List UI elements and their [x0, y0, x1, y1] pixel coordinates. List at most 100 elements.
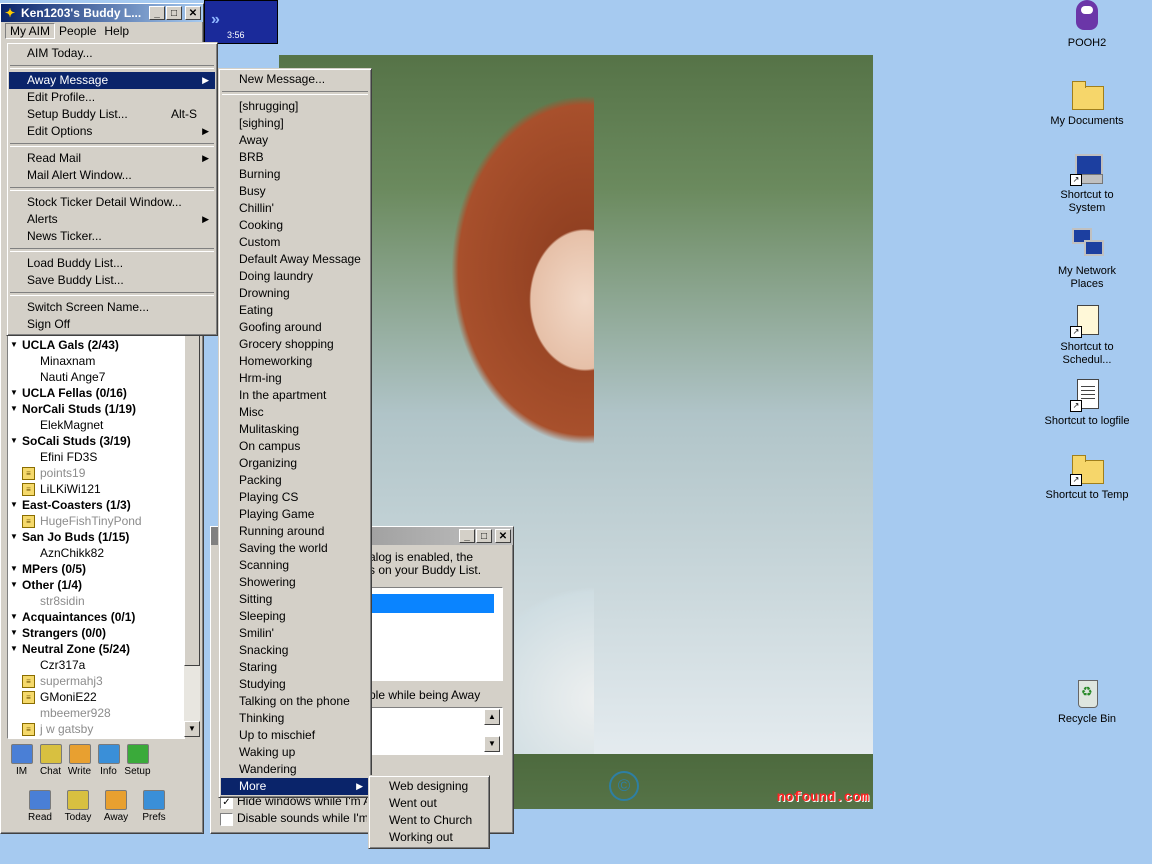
away-item-in-the-apartment[interactable]: In the apartment — [221, 387, 369, 404]
buddy-group-header[interactable]: Strangers (0/0) — [8, 625, 184, 641]
away-item-scanning[interactable]: Scanning — [221, 557, 369, 574]
away-item-homeworking[interactable]: Homeworking — [221, 353, 369, 370]
away-item-talking-on-the-phone[interactable]: Talking on the phone — [221, 693, 369, 710]
selected-list-item[interactable] — [370, 594, 494, 613]
menu-help[interactable]: Help — [100, 24, 133, 38]
menu-item-read-mail[interactable]: Read Mail ▶ — [9, 150, 215, 167]
buddy-group-header[interactable]: NorCali Studs (1/19) — [8, 401, 184, 417]
away-item-cooking[interactable]: Cooking — [221, 217, 369, 234]
buddy-row[interactable]: ≡ j w gatsby — [8, 721, 184, 737]
away-message-listbox[interactable] — [367, 587, 503, 681]
buddy-group-header[interactable]: MPers (0/5) — [8, 561, 184, 577]
away-item-studying[interactable]: Studying — [221, 676, 369, 693]
away-item-default-away-message[interactable]: Default Away Message — [221, 251, 369, 268]
desktop-icon-computer[interactable]: ↗ Shortcut to System — [1042, 152, 1132, 215]
info-button[interactable]: Info — [94, 744, 123, 777]
more-item-went-out[interactable]: Went out — [371, 795, 487, 812]
more-item-web-designing[interactable]: Web designing — [371, 778, 487, 795]
menu-item-aim-today[interactable]: AIM Today... — [9, 45, 215, 62]
menu-item-switch-screen-name[interactable]: Switch Screen Name... — [9, 299, 215, 316]
away-item-more[interactable]: More ▶ — [221, 778, 369, 795]
buddy-row[interactable]: ≡ HugeFishTinyPond — [8, 513, 184, 529]
close-button[interactable]: ✕ — [185, 6, 201, 20]
menu-my-aim[interactable]: My AIM — [5, 23, 56, 39]
buddy-group-header[interactable]: SoCali Studs (3/19) — [8, 433, 184, 449]
desktop-icon-network[interactable]: My Network Places — [1042, 228, 1132, 291]
away-item-eating[interactable]: Eating — [221, 302, 369, 319]
away-text-box[interactable]: ▲ ▼ — [367, 707, 503, 755]
away-item-shrugging[interactable]: [shrugging] — [221, 98, 369, 115]
scroll-down-button[interactable]: ▼ — [484, 736, 500, 752]
away-item-staring[interactable]: Staring — [221, 659, 369, 676]
read-button[interactable]: Read — [21, 790, 59, 823]
scrollbar-thumb[interactable] — [184, 331, 200, 666]
away-item-misc[interactable]: Misc — [221, 404, 369, 421]
chat-button[interactable]: Chat — [36, 744, 65, 777]
buddy-list[interactable]: UCLA Gals (2/43) Minaxnam Nauti Ange7 UCLA … — [7, 331, 185, 739]
away-item-sitting[interactable]: Sitting — [221, 591, 369, 608]
maximize-button[interactable]: □ — [476, 529, 492, 543]
buddy-group-header[interactable]: Other (1/4) — [8, 577, 184, 593]
away-item-waking-up[interactable]: Waking up — [221, 744, 369, 761]
away-item-custom[interactable]: Custom — [221, 234, 369, 251]
away-item-running-around[interactable]: Running around — [221, 523, 369, 540]
away-item-showering[interactable]: Showering — [221, 574, 369, 591]
minimize-button[interactable]: _ — [459, 529, 475, 543]
away-item-busy[interactable]: Busy — [221, 183, 369, 200]
away-item-burning[interactable]: Burning — [221, 166, 369, 183]
menu-item-alerts[interactable]: Alerts ▶ — [9, 211, 215, 228]
menu-item-save-buddy-list[interactable]: Save Buddy List... — [9, 272, 215, 289]
buddy-row[interactable]: Efini FD3S — [8, 449, 184, 465]
away-item-on-campus[interactable]: On campus — [221, 438, 369, 455]
write-button[interactable]: Write — [65, 744, 94, 777]
menu-item-edit-options[interactable]: Edit Options ▶ — [9, 123, 215, 140]
today-button[interactable]: Today — [59, 790, 97, 823]
away-button[interactable]: Away — [97, 790, 135, 823]
away-item-mulitasking[interactable]: Mulitasking — [221, 421, 369, 438]
buddy-row[interactable]: Nauti Ange7 — [8, 369, 184, 385]
away-item-grocery-shopping[interactable]: Grocery shopping — [221, 336, 369, 353]
buddy-row[interactable]: mbeemer928 — [8, 705, 184, 721]
away-item-packing[interactable]: Packing — [221, 472, 369, 489]
away-item-away[interactable]: Away — [221, 132, 369, 149]
desktop-icon-folder[interactable]: ↗ Shortcut to Temp — [1042, 452, 1132, 502]
buddy-row[interactable]: AznChikk82 — [8, 545, 184, 561]
buddy-row[interactable]: ≡ points19 — [8, 465, 184, 481]
away-item-smilin[interactable]: Smilin' — [221, 625, 369, 642]
more-item-working-out[interactable]: Working out — [371, 829, 487, 846]
stock-ticker-window[interactable]: » 3:56 — [204, 0, 278, 44]
away-item-playing-game[interactable]: Playing Game — [221, 506, 369, 523]
scroll-down-button[interactable]: ▼ — [184, 721, 200, 737]
menu-item-stock-ticker-detail-window[interactable]: Stock Ticker Detail Window... — [9, 194, 215, 211]
away-item-wandering[interactable]: Wandering — [221, 761, 369, 778]
desktop-icon-scheduler[interactable]: ↗ Shortcut to Schedul... — [1042, 304, 1132, 367]
away-item-drowning[interactable]: Drowning — [221, 285, 369, 302]
buddy-group-header[interactable]: Acquaintances (0/1) — [8, 609, 184, 625]
desktop-icon-recycle-bin[interactable]: Recycle Bin — [1042, 676, 1132, 726]
buddy-group-header[interactable]: San Jo Buds (1/15) — [8, 529, 184, 545]
away-item-up-to-mischief[interactable]: Up to mischief — [221, 727, 369, 744]
buddy-group-header[interactable]: UCLA Gals (2/43) — [8, 337, 184, 353]
away-item-saving-the-world[interactable]: Saving the world — [221, 540, 369, 557]
buddy-row[interactable]: str8sidin — [8, 593, 184, 609]
away-item-new-message[interactable]: New Message... — [221, 71, 369, 88]
prefs-button[interactable]: Prefs — [135, 790, 173, 823]
away-item-snacking[interactable]: Snacking — [221, 642, 369, 659]
buddy-list-scrollbar[interactable]: ▼ — [184, 331, 200, 737]
disable-sounds-checkbox[interactable] — [220, 813, 233, 826]
buddy-row[interactable]: ≡ GMoniE22 — [8, 689, 184, 705]
away-item-doing-laundry[interactable]: Doing laundry — [221, 268, 369, 285]
away-item-thinking[interactable]: Thinking — [221, 710, 369, 727]
buddy-row[interactable]: Minaxnam — [8, 353, 184, 369]
away-item-sighing[interactable]: [sighing] — [221, 115, 369, 132]
minimize-button[interactable]: _ — [149, 6, 165, 20]
buddy-group-header[interactable]: East-Coasters (1/3) — [8, 497, 184, 513]
menu-item-setup-buddy-list[interactable]: Setup Buddy List... Alt-S — [9, 106, 215, 123]
buddy-row[interactable]: ≡ LiLKiWi121 — [8, 481, 184, 497]
buddy-row[interactable]: ≡ supermahj3 — [8, 673, 184, 689]
desktop-icon-folder[interactable]: My Documents — [1042, 78, 1132, 128]
away-item-sleeping[interactable]: Sleeping — [221, 608, 369, 625]
away-item-brb[interactable]: BRB — [221, 149, 369, 166]
im-button[interactable]: IM — [7, 744, 36, 777]
away-item-organizing[interactable]: Organizing — [221, 455, 369, 472]
